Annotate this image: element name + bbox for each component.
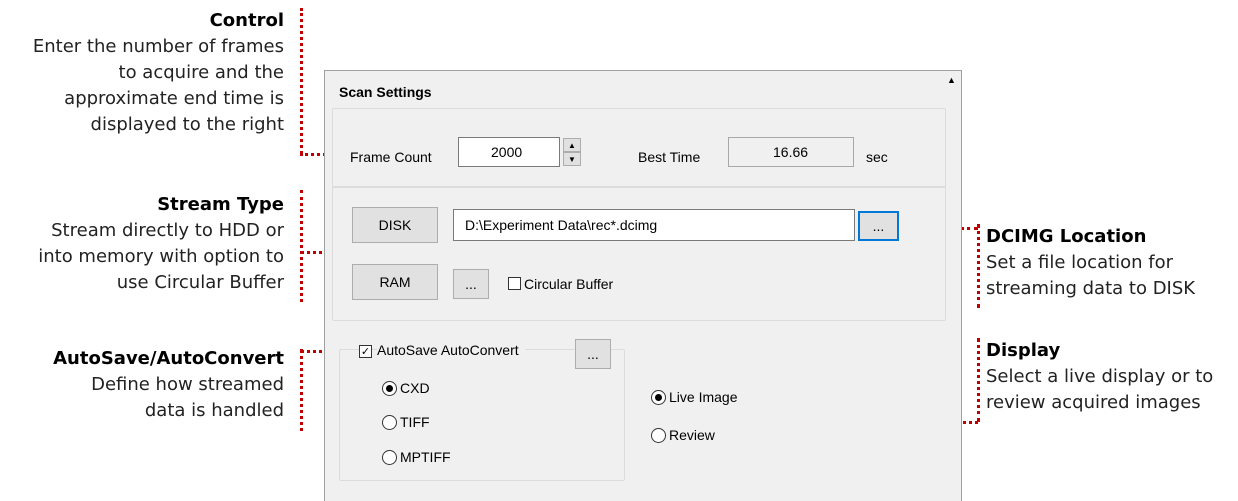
ram-browse-button[interactable]: ... xyxy=(453,269,489,299)
dcimg-path-input[interactable]: D:\Experiment Data\rec*.dcimg xyxy=(453,209,855,241)
control-annotation-line: displayed to the right xyxy=(90,114,284,135)
autosave-annotation-line: data is handled xyxy=(144,400,284,421)
frame-count-down-button[interactable]: ▼ xyxy=(563,152,581,166)
autosave-browse-button[interactable]: ... xyxy=(575,339,611,369)
stream-type-annotation-line: Stream directly to HDD or xyxy=(51,220,284,241)
best-time-label: Best Time xyxy=(638,149,701,165)
autosave-annotation: AutoSave/AutoConvert Define how streamed… xyxy=(0,346,284,424)
control-annotation-line: Enter the number of frames xyxy=(32,36,284,57)
dcimg-location-annotation-line: Set a file location for xyxy=(986,252,1174,273)
control-annotation-line: to acquire and the xyxy=(118,62,284,83)
stream-type-annotation-line: use Circular Buffer xyxy=(116,272,284,293)
display-annotation-line: Select a live display or to xyxy=(986,366,1214,387)
best-time-value: 16.66 xyxy=(773,144,809,160)
dcimg-location-annotation-title: DCIMG Location xyxy=(986,226,1147,247)
best-time-unit: sec xyxy=(866,149,888,165)
radio-selected-dot xyxy=(655,394,662,401)
autosave-label[interactable]: AutoSave AutoConvert xyxy=(377,342,525,358)
autosave-annotation-line: Define how streamed xyxy=(91,374,284,395)
checkmark-icon: ✓ xyxy=(360,345,371,358)
display-label-review[interactable]: Review xyxy=(669,427,715,443)
scan-settings-panel: Scan Settings ▲ Frame Count 2000 ▲ ▼ Bes… xyxy=(324,70,962,501)
autosave-checkbox[interactable]: ✓ xyxy=(359,345,372,358)
dcimg-path-value: D:\Experiment Data\rec*.dcimg xyxy=(465,217,658,233)
format-label-mptiff[interactable]: MPTIFF xyxy=(400,449,451,465)
up-arrow-icon: ▲ xyxy=(568,140,576,150)
frame-count-label: Frame Count xyxy=(350,149,432,165)
stream-type-annotation: Stream Type Stream directly to HDD or in… xyxy=(0,192,284,296)
circular-buffer-checkbox[interactable] xyxy=(508,277,521,290)
collapse-icon[interactable]: ▲ xyxy=(947,75,956,85)
dcimg-location-annotation-line: streaming data to DISK xyxy=(986,278,1196,299)
display-radio-live-image[interactable] xyxy=(651,390,666,405)
dcimg-location-annotation-bracket xyxy=(977,224,980,308)
frame-count-input[interactable]: 2000 xyxy=(458,137,560,167)
display-annotation: Display Select a live display or to revi… xyxy=(986,338,1238,416)
frame-count-value: 2000 xyxy=(491,144,523,160)
autosave-annotation-bracket xyxy=(300,349,303,431)
stream-type-annotation-line: into memory with option to xyxy=(38,246,284,267)
circular-buffer-label[interactable]: Circular Buffer xyxy=(524,276,613,292)
dcimg-location-annotation: DCIMG Location Set a file location for s… xyxy=(986,224,1236,302)
format-label-cxd[interactable]: CXD xyxy=(400,380,430,396)
stream-type-annotation-title: Stream Type xyxy=(157,194,284,215)
display-annotation-bracket xyxy=(977,338,980,422)
format-radio-tiff[interactable] xyxy=(382,415,397,430)
display-annotation-line: review acquired images xyxy=(986,392,1201,413)
down-arrow-icon: ▼ xyxy=(568,154,576,164)
format-radio-cxd[interactable] xyxy=(382,381,397,396)
control-annotation: Control Enter the number of frames to ac… xyxy=(0,8,284,138)
control-annotation-line: approximate end time is xyxy=(64,88,284,109)
format-label-tiff[interactable]: TIFF xyxy=(400,414,430,430)
display-radio-review[interactable] xyxy=(651,428,666,443)
display-label-live-image[interactable]: Live Image xyxy=(669,389,737,405)
format-radio-mptiff[interactable] xyxy=(382,450,397,465)
display-annotation-title: Display xyxy=(986,340,1061,361)
stream-type-annotation-bracket xyxy=(300,190,303,302)
control-annotation-title: Control xyxy=(209,10,284,31)
radio-selected-dot xyxy=(386,385,393,392)
autosave-annotation-title: AutoSave/AutoConvert xyxy=(53,348,284,369)
control-annotation-bracket xyxy=(300,8,303,154)
ram-button[interactable]: RAM xyxy=(352,264,438,300)
frame-count-up-button[interactable]: ▲ xyxy=(563,138,581,152)
best-time-field: 16.66 xyxy=(728,137,854,167)
dcimg-browse-button[interactable]: ... xyxy=(858,211,899,241)
disk-button[interactable]: DISK xyxy=(352,207,438,243)
panel-title: Scan Settings xyxy=(339,84,432,100)
